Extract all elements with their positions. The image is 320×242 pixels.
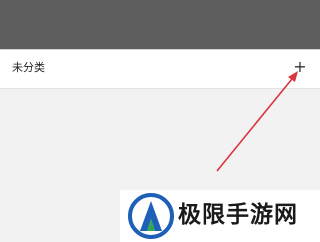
watermark-text: 极限手游网 <box>178 202 298 228</box>
watermark-banner: 极限手游网 <box>120 190 320 242</box>
add-category-button[interactable]: + <box>291 58 309 76</box>
app-header-bar <box>0 0 320 49</box>
category-label: 未分类 <box>12 61 45 74</box>
category-row-uncategorized[interactable]: 未分类 + <box>0 50 320 89</box>
site-logo-icon <box>128 193 174 239</box>
